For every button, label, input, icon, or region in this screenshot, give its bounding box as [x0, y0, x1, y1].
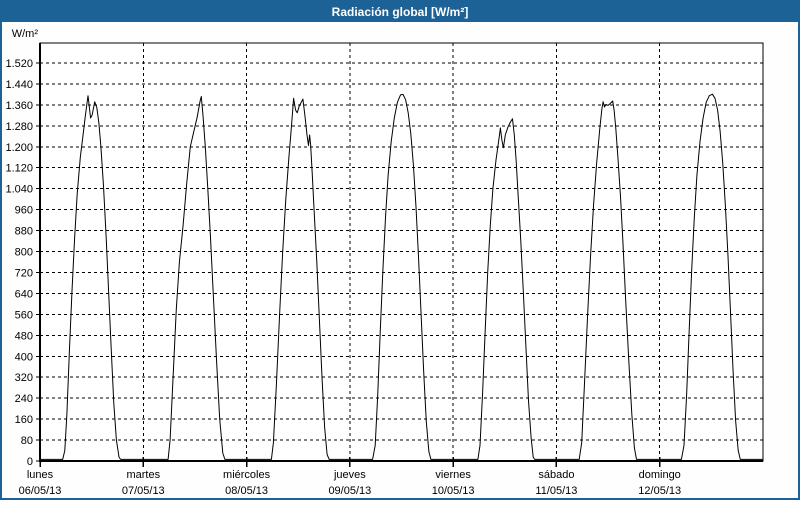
y-tick-label: 400 — [15, 351, 33, 363]
chart-title: Radiación global [W/m²] — [331, 5, 469, 19]
y-tick-label: 880 — [15, 226, 33, 238]
x-day-name-label: sábado — [538, 469, 574, 481]
x-day-date-label: 08/05/13 — [225, 485, 268, 497]
y-tick-label: 1.040 — [5, 184, 33, 196]
x-day-name-label: martes — [126, 469, 160, 481]
y-tick-label: 560 — [15, 309, 33, 321]
y-tick-label: 1.200 — [5, 142, 33, 154]
x-day-name-label: miércoles — [223, 469, 271, 481]
x-day-name-label: jueves — [333, 469, 366, 481]
x-day-name-label: viernes — [435, 469, 471, 481]
chart-title-bar: Radiación global [W/m²] — [2, 2, 798, 22]
y-axis-unit-label: W/m² — [12, 28, 39, 40]
y-tick-label: 960 — [15, 205, 33, 217]
y-tick-label: 160 — [15, 414, 33, 426]
y-tick-label: 720 — [15, 267, 33, 279]
y-tick-label: 240 — [15, 393, 33, 405]
x-day-date-label: 07/05/13 — [122, 485, 165, 497]
x-day-name-label: lunes — [27, 469, 54, 481]
y-tick-label: 1.440 — [5, 79, 33, 91]
chart-area: 0 80 160 240 320 400 480 560 640 720 800 880 960 1.04… — [2, 22, 798, 498]
y-tick-label: 640 — [15, 288, 33, 300]
y-tick-label: 320 — [15, 372, 33, 384]
x-day-date-label: 06/05/13 — [19, 485, 62, 497]
radiation-line-chart[interactable]: 0 80 160 240 320 400 480 560 640 720 800 880 960 1.04… — [2, 22, 800, 502]
y-tick-label: 800 — [15, 247, 33, 259]
y-tick-label: 80 — [21, 435, 33, 447]
application-window: Radiación global [W/m²] 0 80 160 240 320 400 4… — [0, 0, 800, 500]
x-day-date-label: 09/05/13 — [328, 485, 371, 497]
y-tick-label: 1.520 — [5, 58, 33, 70]
x-day-date-label: 10/05/13 — [432, 485, 475, 497]
y-tick-label: 480 — [15, 330, 33, 342]
y-tick-label: 1.360 — [5, 100, 33, 112]
x-day-name-label: domingo — [639, 469, 681, 481]
y-tick-label: 1.120 — [5, 163, 33, 175]
y-tick-label: 1.280 — [5, 121, 33, 133]
x-day-date-label: 11/05/13 — [535, 485, 577, 497]
y-tick-label: 0 — [27, 456, 33, 468]
x-day-date-label: 12/05/13 — [638, 485, 681, 497]
